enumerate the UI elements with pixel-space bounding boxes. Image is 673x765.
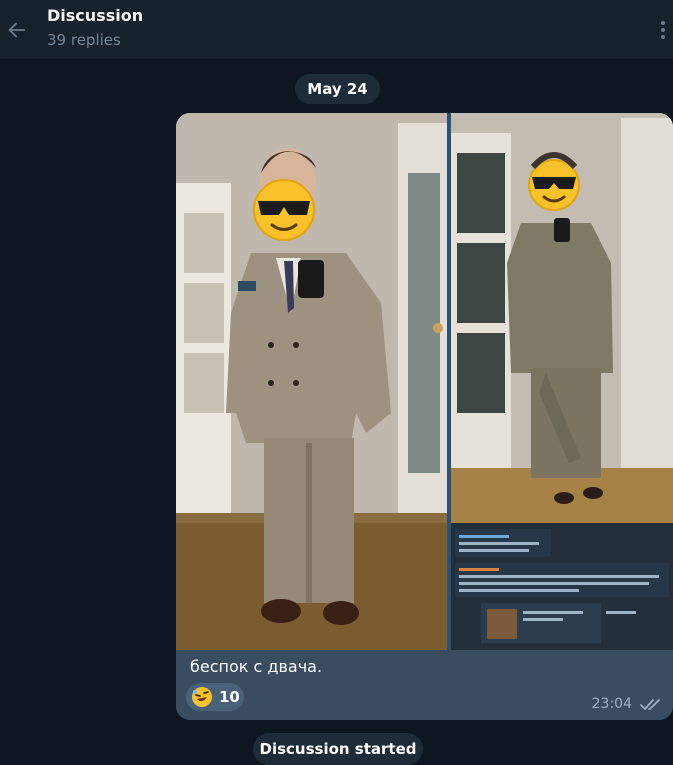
- message-time: 23:04: [591, 696, 632, 712]
- replies-count: 39 replies: [47, 31, 121, 49]
- message-caption: беспок с двача.: [190, 657, 323, 676]
- arrow-left-icon: [8, 22, 26, 38]
- message-bubble: беспок с двача. 10 23:04: [176, 113, 673, 720]
- reaction-count: 10: [219, 688, 240, 706]
- more-options-button[interactable]: [653, 0, 673, 60]
- photo-full-length-and-chat-screenshot[interactable]: [451, 113, 673, 650]
- more-vertical-icon: [661, 21, 665, 39]
- date-separator: May 24: [295, 74, 380, 104]
- back-button[interactable]: [0, 0, 34, 60]
- rofl-emoji-icon: [192, 687, 212, 707]
- chat-header: Discussion 39 replies: [0, 0, 673, 60]
- double-check-icon: [640, 699, 660, 710]
- photo-full-suit[interactable]: [176, 113, 447, 650]
- reaction-button[interactable]: 10: [186, 683, 244, 711]
- page-title: Discussion: [47, 6, 144, 25]
- discussion-started-badge: Discussion started: [253, 733, 423, 765]
